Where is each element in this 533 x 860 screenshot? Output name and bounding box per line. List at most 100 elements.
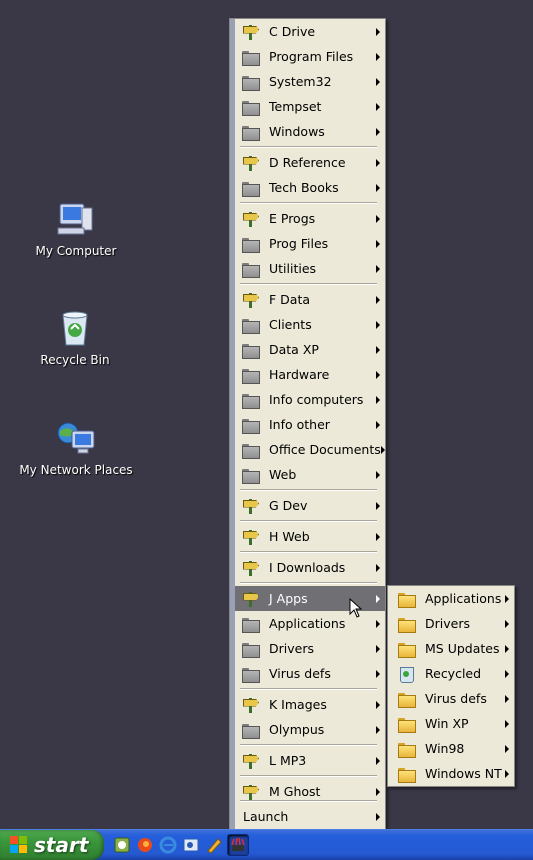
submenu-item-label: Windows NT: [425, 766, 502, 781]
folder-icon: [241, 640, 261, 658]
submenu-item-ms-updates[interactable]: MS Updates: [391, 636, 514, 661]
menu-item-olympus[interactable]: Olympus: [235, 717, 385, 742]
submenu-item-label: Drivers: [425, 616, 470, 631]
menu-item-k-images[interactable]: K Images: [235, 692, 385, 717]
menu-item-windows[interactable]: Windows: [235, 119, 385, 144]
submenu-arrow-icon: [376, 27, 380, 36]
drive-icon: [241, 154, 261, 172]
submenu-arrow-icon: [376, 532, 380, 541]
submenu-arrow-icon: [505, 669, 509, 678]
folder-icon: [397, 690, 417, 708]
menu-item-clients[interactable]: Clients: [235, 312, 385, 337]
menu-item-web[interactable]: Web: [235, 462, 385, 487]
menu-item-program-files[interactable]: Program Files: [235, 44, 385, 69]
submenu-arrow-icon: [376, 158, 380, 167]
menu-item-l-mp3[interactable]: L MP3: [235, 748, 385, 773]
folder-icon: [241, 341, 261, 359]
submenu-arrow-icon: [376, 594, 380, 603]
outlook-icon[interactable]: [181, 835, 201, 855]
submenu-arrow-icon: [505, 694, 509, 703]
menu-item-h-web[interactable]: H Web: [235, 524, 385, 549]
show-desktop-icon[interactable]: [227, 834, 249, 856]
menu-item-virus-defs[interactable]: Virus defs: [235, 661, 385, 686]
submenu-item-virus-defs[interactable]: Virus defs: [391, 686, 514, 711]
menu-item-office-documents[interactable]: Office Documents: [235, 437, 385, 462]
drive-icon: [241, 210, 261, 228]
submenu-item-win-xp[interactable]: Win XP: [391, 711, 514, 736]
desktop-icon-recycle-bin[interactable]: Recycle Bin: [15, 309, 135, 367]
desktop-icon-label: Recycle Bin: [40, 353, 110, 367]
menu-item-label: C Drive: [269, 24, 316, 39]
start-button[interactable]: start: [0, 830, 104, 860]
submenu-arrow-icon: [376, 320, 380, 329]
firefox-icon[interactable]: [135, 835, 155, 855]
submenu-arrow-icon: [376, 700, 380, 709]
menu-item-hardware[interactable]: Hardware: [235, 362, 385, 387]
menu-item-label: Office Documents: [269, 442, 381, 457]
submenu-item-windows-nt[interactable]: Windows NT: [391, 761, 514, 786]
drive-icon: [241, 559, 261, 577]
menu-item-label: Windows: [269, 124, 325, 139]
menu-item-launch[interactable]: Launch: [235, 804, 385, 829]
menu-separator: [240, 744, 377, 746]
submenu-arrow-icon: [376, 239, 380, 248]
submenu-arrow-icon: [376, 183, 380, 192]
desktop-icon-my-computer[interactable]: My Computer: [16, 200, 136, 258]
menu-item-label: Drivers: [269, 641, 314, 656]
desktop-icon-label: My Network Places: [19, 463, 133, 477]
menu-item-label: Utilities: [269, 261, 317, 276]
menu-item-label: I Downloads: [269, 560, 346, 575]
menu-item-e-progs[interactable]: E Progs: [235, 206, 385, 231]
submenu-arrow-icon: [376, 787, 380, 796]
folder-icon: [397, 740, 417, 758]
folder-icon: [397, 640, 417, 658]
submenu-item-label: Recycled: [425, 666, 482, 681]
submenu-item-label: Win98: [425, 741, 465, 756]
folder-icon: [241, 391, 261, 409]
drive-icon: [241, 23, 261, 41]
taskbar: start: [0, 829, 533, 860]
internet-explorer-icon[interactable]: [158, 835, 178, 855]
folder-icon: [397, 715, 417, 733]
menu-item-label: K Images: [269, 697, 327, 712]
menu-separator: [240, 202, 377, 204]
submenu-item-recycled[interactable]: Recycled: [391, 661, 514, 686]
folder-icon: [241, 48, 261, 66]
quick-launch-app-icon[interactable]: [112, 835, 132, 855]
folder-icon: [241, 441, 261, 459]
menu-item-f-data[interactable]: F Data: [235, 287, 385, 312]
submenu-item-label: Applications: [425, 591, 502, 606]
menu-item-info-other[interactable]: Info other: [235, 412, 385, 437]
submenu-item-applications[interactable]: Applications: [391, 586, 514, 611]
menu-item-i-downloads[interactable]: I Downloads: [235, 555, 385, 580]
desktop-icon-network-places[interactable]: My Network Places: [16, 419, 136, 477]
menu-item-label: D Reference: [269, 155, 346, 170]
menu-item-label: Web: [269, 467, 297, 482]
pencil-icon[interactable]: [204, 835, 224, 855]
menu-item-prog-files[interactable]: Prog Files: [235, 231, 385, 256]
menu-item-tempset[interactable]: Tempset: [235, 94, 385, 119]
menu-item-c-drive[interactable]: C Drive: [235, 19, 385, 44]
menu-item-drivers[interactable]: Drivers: [235, 636, 385, 661]
submenu-arrow-icon: [376, 127, 380, 136]
menu-item-d-reference[interactable]: D Reference: [235, 150, 385, 175]
menu-item-utilities[interactable]: Utilities: [235, 256, 385, 281]
drive-icon: [241, 696, 261, 714]
folder-icon: [241, 665, 261, 683]
menu-item-label: System32: [269, 74, 332, 89]
submenu-item-win98[interactable]: Win98: [391, 736, 514, 761]
menu-separator: [240, 582, 377, 584]
submenu-arrow-icon: [376, 264, 380, 273]
menu-separator: [240, 489, 377, 491]
menu-item-label: Info other: [269, 417, 330, 432]
menu-item-label: M Ghost: [269, 784, 321, 799]
menu-item-tech-books[interactable]: Tech Books: [235, 175, 385, 200]
menu-item-info-computers[interactable]: Info computers: [235, 387, 385, 412]
menu-item-g-dev[interactable]: G Dev: [235, 493, 385, 518]
menu-item-label: Applications: [269, 616, 346, 631]
submenu-item-drivers[interactable]: Drivers: [391, 611, 514, 636]
menu-separator: [240, 800, 377, 802]
folder-icon: [241, 179, 261, 197]
menu-item-system32[interactable]: System32: [235, 69, 385, 94]
menu-item-data-xp[interactable]: Data XP: [235, 337, 385, 362]
